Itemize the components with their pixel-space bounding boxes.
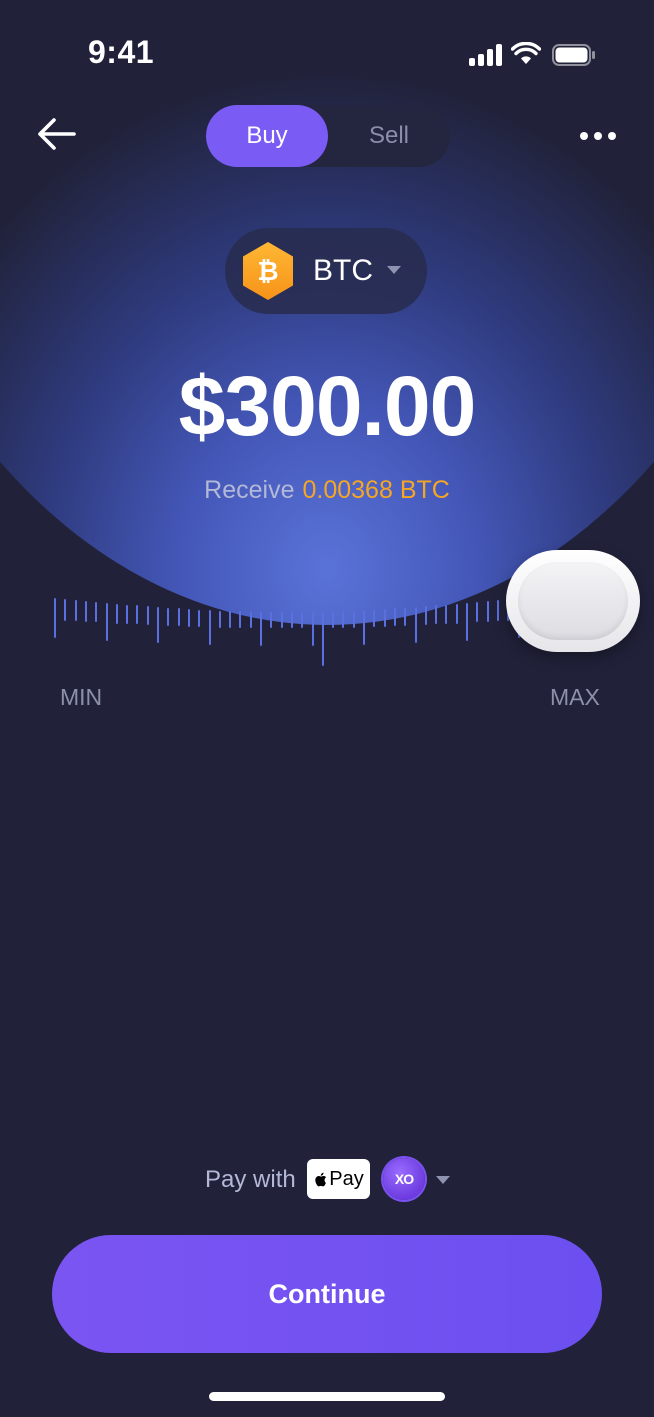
slider-tick <box>218 611 221 628</box>
slider-tick <box>136 605 139 625</box>
slider-tick <box>486 601 489 622</box>
chevron-down-icon <box>387 266 401 274</box>
svg-text:₿: ₿ <box>257 257 278 287</box>
bitcoin-icon: ₿ <box>243 242 293 300</box>
slider-tick <box>187 609 190 627</box>
slider-handle[interactable] <box>506 550 640 652</box>
slider-tick <box>115 604 118 624</box>
receive-value: 0.00368 BTC <box>302 476 450 504</box>
slider-tick <box>208 610 211 646</box>
slider-tick <box>311 612 314 647</box>
apple-pay-label: Pay <box>329 1167 364 1190</box>
continue-button[interactable]: Continue <box>52 1235 602 1353</box>
slider-tick <box>476 602 479 623</box>
wifi-icon <box>511 42 541 64</box>
slider-tick <box>332 611 335 628</box>
slider-tick <box>342 611 345 628</box>
slider-tick <box>445 605 448 625</box>
slider-tick <box>435 605 438 625</box>
slider-tick <box>301 612 304 629</box>
slider-tick <box>249 612 252 629</box>
slider-tick <box>95 602 98 623</box>
more-options-icon[interactable] <box>578 124 618 148</box>
slider-tick <box>455 604 458 624</box>
back-arrow-icon[interactable] <box>34 114 78 158</box>
tab-buy[interactable]: Buy <box>206 105 328 167</box>
slider-tick <box>105 603 108 641</box>
amount-display: $300.00 <box>178 359 477 453</box>
status-time: 9:41 <box>88 34 155 70</box>
buy-screen: 9:41 Buy Sell ₿ BTC $300.00 Receive 0.00… <box>0 0 654 1417</box>
slider-max-label: MAX <box>550 684 600 710</box>
slider-tick <box>404 608 407 626</box>
slider-tick <box>352 611 355 628</box>
slider-tick <box>177 608 180 626</box>
status-bar: 9:41 <box>0 0 654 100</box>
slider-tick <box>54 598 56 638</box>
receive-label: Receive <box>204 476 295 504</box>
slider-tick <box>321 612 324 667</box>
cellular-signal-icon <box>469 44 503 66</box>
slider-tick <box>198 610 201 628</box>
buy-sell-toggle: Buy Sell <box>206 105 450 167</box>
asset-selector[interactable]: ₿ BTC <box>225 228 427 314</box>
slider-tick <box>157 607 159 644</box>
amount-slider-track[interactable] <box>54 598 524 667</box>
slider-tick <box>290 612 293 629</box>
slider-tick <box>280 612 283 629</box>
slider-tick <box>146 606 149 625</box>
slider-tick <box>270 612 273 629</box>
apple-pay-button[interactable]: Pay <box>307 1159 370 1199</box>
payment-method-row: Pay with Pay XO <box>0 1158 654 1200</box>
slider-tick <box>466 603 468 641</box>
slider-tick <box>229 611 232 628</box>
receive-estimate: Receive 0.00368 BTC <box>0 476 654 505</box>
slider-tick <box>363 610 365 646</box>
pay-with-label: Pay with <box>205 1166 296 1193</box>
chevron-down-icon[interactable] <box>435 1174 451 1186</box>
slider-tick <box>424 606 427 625</box>
home-indicator <box>209 1392 445 1401</box>
asset-symbol: BTC <box>313 254 373 287</box>
battery-icon <box>552 44 595 66</box>
slider-min-label: MIN <box>60 684 103 710</box>
slider-tick <box>393 608 396 626</box>
slider-tick <box>260 612 262 647</box>
slider-tick <box>74 600 77 622</box>
apple-icon <box>315 1172 327 1186</box>
tab-sell[interactable]: Sell <box>328 105 450 167</box>
slider-handle-face <box>518 562 628 640</box>
slider-tick <box>383 609 386 627</box>
slider-tick <box>239 611 242 628</box>
slider-tick <box>373 610 376 628</box>
slider-tick <box>84 601 87 622</box>
slider-tick <box>64 599 67 621</box>
slider-tick <box>414 607 417 644</box>
slider-tick <box>126 605 129 625</box>
xo-wallet-badge[interactable]: XO <box>383 1158 425 1200</box>
slider-tick <box>167 608 170 626</box>
slider-tick <box>496 600 499 622</box>
